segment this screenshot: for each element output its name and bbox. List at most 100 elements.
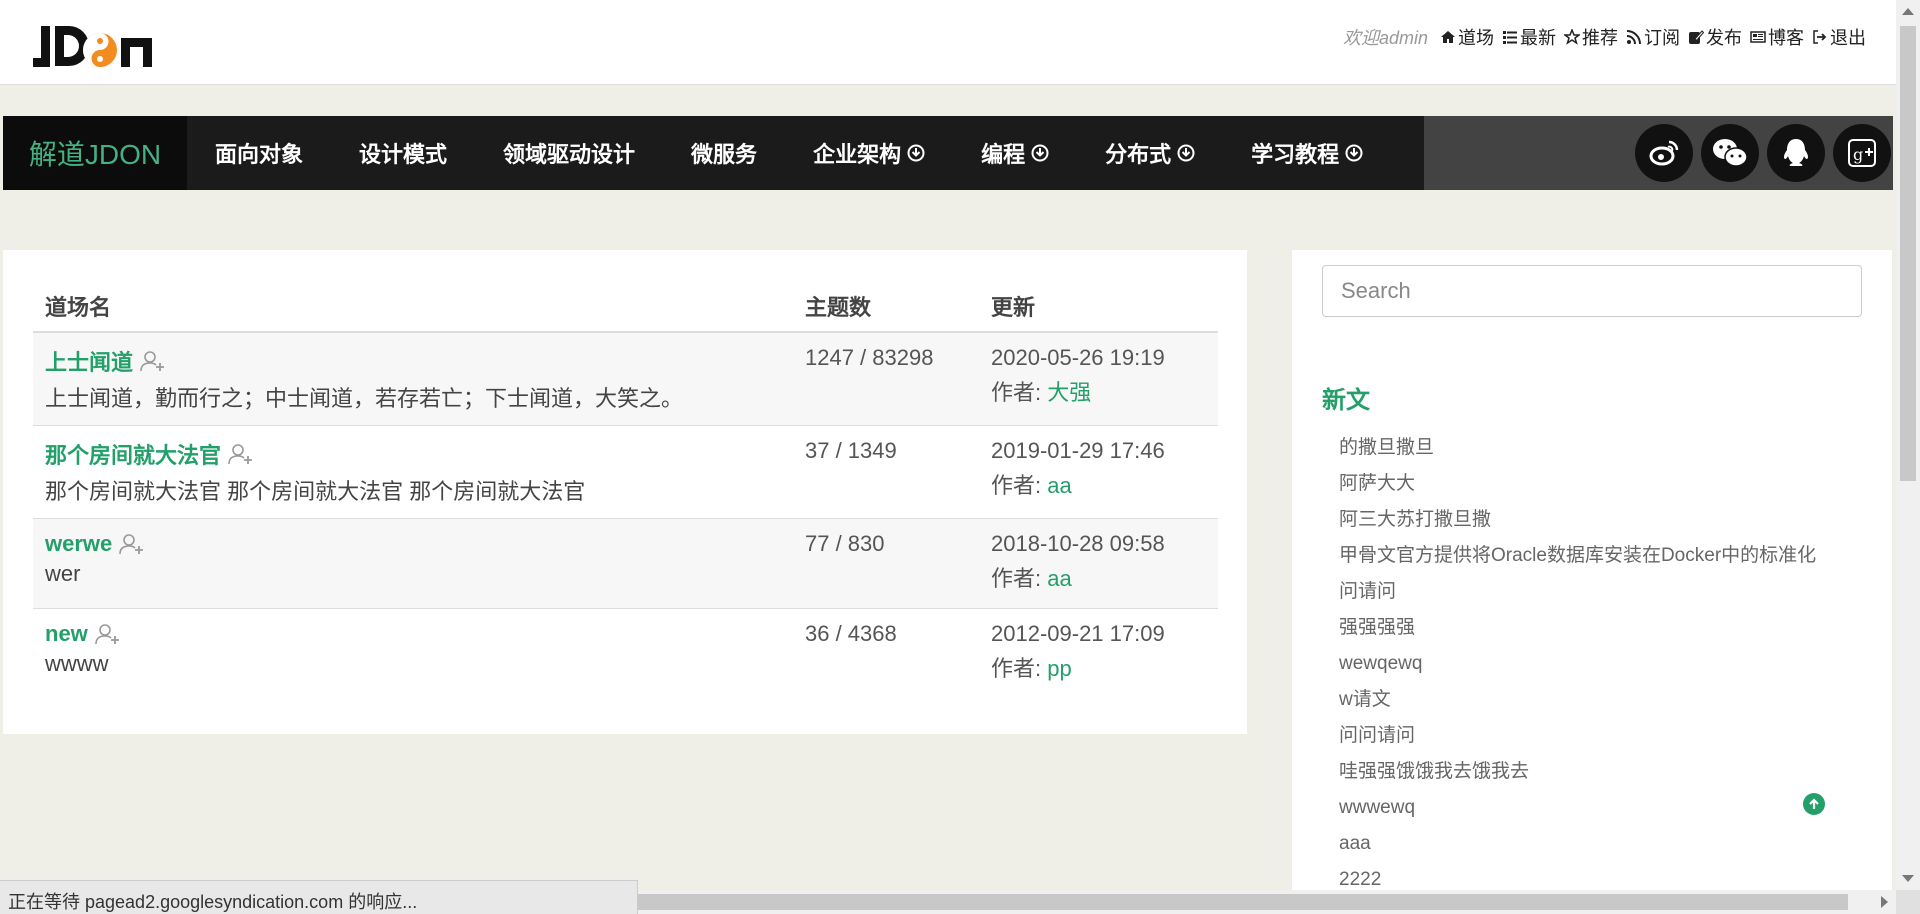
list-item[interactable]: 甲骨文官方提供将Oracle数据库安装在Docker中的标准化	[1339, 538, 1839, 574]
forum-panel: 道场名 主题数 更新 上士闻道 上士闻道，勤而行之；中士闻道，若存若亡；下士闻道…	[3, 250, 1247, 734]
qq-button[interactable]	[1767, 124, 1825, 182]
forum-update-cell: 2019-01-29 17:46 作者: aa	[979, 425, 1218, 519]
nav-item-label: 领域驱动设计	[503, 142, 636, 167]
nav-menu: 面向对象 设计模式 领域驱动设计 微服务 企业架构 编程 分布式 学习教程	[187, 116, 1424, 190]
list-item[interactable]: 问请问	[1339, 574, 1839, 610]
author-link[interactable]: aa	[1047, 566, 1071, 591]
jdon-logo[interactable]	[33, 20, 163, 75]
list-item[interactable]: 阿萨大大	[1339, 466, 1839, 502]
user-add-icon[interactable]	[139, 349, 167, 373]
weibo-icon	[1649, 140, 1679, 166]
topnav-dojo[interactable]: 道场	[1440, 24, 1494, 50]
forum-title-text: new	[45, 621, 88, 646]
horizontal-scrollbar[interactable]	[638, 890, 1896, 914]
star-icon	[1564, 29, 1580, 45]
topnav-publish[interactable]: 发布	[1688, 24, 1742, 50]
nav-item-enterprise-arch[interactable]: 企业架构	[785, 116, 953, 190]
brand-link[interactable]: 解道JDON	[3, 116, 187, 190]
author-link[interactable]: pp	[1047, 656, 1071, 681]
table-header-row: 道场名 主题数 更新	[33, 280, 1218, 333]
scroll-top-button[interactable]	[1803, 793, 1825, 815]
user-add-icon[interactable]	[94, 622, 122, 646]
forum-title-link[interactable]: 那个房间就大法官	[45, 438, 781, 470]
topnav-recommend[interactable]: 推荐	[1564, 24, 1618, 50]
nav-item-tutorials[interactable]: 学习教程	[1223, 116, 1391, 190]
topnav-logout[interactable]: 退出	[1812, 24, 1866, 50]
vertical-scroll-thumb[interactable]	[1900, 26, 1916, 481]
table-row: 那个房间就大法官 那个房间就大法官 那个房间就大法官 那个房间就大法官 37 /…	[33, 425, 1218, 519]
list-item[interactable]: 阿三大苏打撒旦撒	[1339, 502, 1839, 538]
list-item[interactable]: w请文	[1339, 682, 1839, 718]
forum-cell: 那个房间就大法官 那个房间就大法官 那个房间就大法官 那个房间就大法官	[33, 425, 793, 519]
author-prefix: 作者:	[991, 656, 1048, 681]
list-item[interactable]: 强强强强	[1339, 610, 1839, 646]
nav-item-microservices[interactable]: 微服务	[663, 116, 785, 190]
topnav-latest[interactable]: 最新	[1502, 24, 1556, 50]
forum-counts: 37 / 1349	[793, 425, 979, 519]
google-plus-button[interactable]: g	[1833, 124, 1891, 182]
scroll-right-arrow[interactable]	[1881, 896, 1888, 908]
search-input[interactable]	[1322, 265, 1862, 317]
update-date: 2020-05-26 19:19	[991, 345, 1165, 370]
wechat-icon	[1713, 139, 1748, 167]
topnav-subscribe[interactable]: 订阅	[1626, 24, 1680, 50]
vertical-scrollbar[interactable]	[1896, 0, 1920, 890]
nav-item-label: 微服务	[691, 142, 758, 167]
forum-title-text: 那个房间就大法官	[45, 443, 222, 468]
author-prefix: 作者:	[991, 473, 1048, 498]
forum-cell: 上士闻道 上士闻道，勤而行之；中士闻道，若存若亡；下士闻道，大笑之。	[33, 332, 793, 426]
top-nav: 欢迎admin 道场 最新 推荐 订阅 发布 博客 退出	[1343, 24, 1866, 50]
forum-desc: 那个房间就大法官 那个房间就大法官 那个房间就大法官	[45, 479, 586, 504]
nav-item-ddd[interactable]: 领域驱动设计	[475, 116, 663, 190]
column-header-topics: 主题数	[793, 280, 979, 333]
scroll-up-arrow[interactable]	[1902, 8, 1914, 15]
list-item[interactable]: wewqewq	[1339, 646, 1839, 682]
table-row: 上士闻道 上士闻道，勤而行之；中士闻道，若存若亡；下士闻道，大笑之。 1247 …	[33, 332, 1218, 426]
list-item[interactable]: aaa	[1339, 826, 1839, 862]
topnav-label: 博客	[1768, 28, 1804, 48]
user-add-icon[interactable]	[227, 442, 255, 466]
forum-title-link[interactable]: werwe	[45, 531, 781, 557]
list-item[interactable]: wwwewq	[1339, 790, 1839, 826]
author-line: 作者: aa	[991, 561, 1206, 593]
topnav-label: 退出	[1830, 28, 1866, 48]
forum-update-cell: 2018-10-28 09:58 作者: aa	[979, 518, 1218, 609]
list-icon	[1503, 31, 1517, 44]
topnav-blog[interactable]: 博客	[1750, 24, 1804, 50]
topnav-label: 最新	[1520, 28, 1556, 48]
scroll-down-arrow[interactable]	[1902, 875, 1914, 882]
home-icon	[1441, 31, 1455, 43]
nav-item-oop[interactable]: 面向对象	[187, 116, 331, 190]
author-link[interactable]: aa	[1047, 473, 1071, 498]
update-date: 2018-10-28 09:58	[991, 531, 1165, 556]
forum-cell: new wwww	[33, 609, 793, 699]
list-item[interactable]: 问问请问	[1339, 718, 1839, 754]
forum-desc: 上士闻道，勤而行之；中士闻道，若存若亡；下士闻道，大笑之。	[45, 386, 684, 411]
sidebar-heading: 新文	[1322, 387, 1370, 414]
main-navbar: 解道JDON 面向对象 设计模式 领域驱动设计 微服务 企业架构 编程 分布式 …	[3, 116, 1893, 190]
list-item[interactable]: 的撒旦撒旦	[1339, 430, 1839, 466]
new-posts-list: 的撒旦撒旦 阿萨大大 阿三大苏打撒旦撒 甲骨文官方提供将Oracle数据库安装在…	[1339, 430, 1839, 898]
horizontal-scroll-thumb[interactable]	[638, 894, 1848, 910]
topnav-label: 道场	[1458, 28, 1494, 48]
update-date: 2019-01-29 17:46	[991, 438, 1165, 463]
edit-icon	[1689, 30, 1704, 44]
status-bar: 正在等待 pagead2.googlesyndication.com 的响应..…	[0, 880, 638, 914]
wechat-button[interactable]	[1701, 124, 1759, 182]
forum-update-cell: 2020-05-26 19:19 作者: 大强	[979, 332, 1218, 426]
nav-item-design-patterns[interactable]: 设计模式	[331, 116, 475, 190]
user-add-icon[interactable]	[118, 532, 146, 556]
nav-item-label: 设计模式	[359, 142, 448, 167]
forum-title-link[interactable]: new	[45, 621, 781, 647]
forum-counts: 36 / 4368	[805, 621, 897, 646]
author-line: 作者: 大强	[991, 375, 1206, 407]
circle-down-icon	[1031, 144, 1049, 162]
nav-item-programming[interactable]: 编程	[953, 116, 1077, 190]
author-link[interactable]: 大强	[1047, 380, 1091, 405]
column-header-name: 道场名	[33, 280, 793, 333]
list-item[interactable]: 哇强强饿饿我去饿我去	[1339, 754, 1839, 790]
nav-item-distributed[interactable]: 分布式	[1077, 116, 1223, 190]
circle-down-icon	[1345, 144, 1363, 162]
forum-title-link[interactable]: 上士闻道	[45, 345, 781, 377]
weibo-button[interactable]	[1635, 124, 1693, 182]
